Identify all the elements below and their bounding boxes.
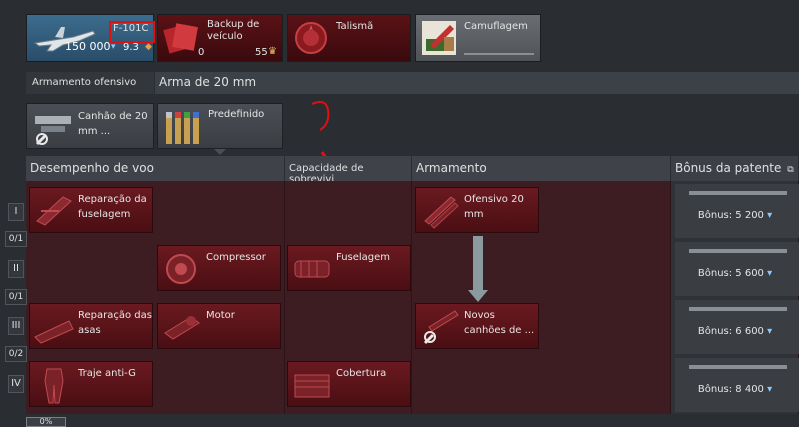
header-rank-bonus: Bônus da patente ⧉ [671,156,799,181]
bonus-bar [689,307,787,311]
backup-card[interactable]: Backup de veículo 0 55 ♛ [157,14,283,62]
backup-icon [163,23,198,54]
mod-offensive-20mm[interactable]: Ofensivo 20 mm [415,187,539,233]
bonus-box: Bônus: 8 400 ▾ [675,358,799,412]
fuselage-icon [294,260,330,278]
research-icon: ▾ [111,42,116,52]
mod-anti-g-suit[interactable]: Traje anti-G [29,361,153,407]
cannon-label: Canhão de 20 mm ... [78,111,148,137]
header-survivability: Capacidade de sobrevivi [285,156,412,185]
upgrade-arrow [473,236,483,290]
bonus-text: Bônus: 5 200 ▾ [697,210,773,221]
mod-anti-g-suit-label: Traje anti-G [78,368,136,379]
camouflage-bar [464,53,534,55]
diamond-icon: ◆ [145,42,152,52]
weapon-title: Arma de 20 mm [155,72,799,94]
external-link-icon[interactable]: ⧉ [787,165,793,175]
bonus-box: Bônus: 5 200 ▾ [675,184,799,238]
bonus-bar [689,249,787,253]
research-icon: ▾ [763,326,773,337]
bonus-text: Bônus: 6 600 ▾ [697,326,773,337]
footer-percent: 0% [26,417,66,427]
bonus-text: Bônus: 8 400 ▾ [697,384,773,395]
header-flight-performance: Desempenho de voo [26,156,285,181]
new-cannons-icon [423,310,459,345]
mod-fuselage-label: Fuselagem [336,252,391,263]
mod-fuselage-repair-label: Reparação da fuselagem [78,194,147,220]
rank-i: I [8,203,24,221]
rank-iv: IV [8,375,24,393]
research-icon: ▾ [763,268,773,279]
rank-i-count: 0/1 [5,231,27,247]
anti-g-suit-icon [44,368,64,404]
mod-fuselage[interactable]: Fuselagem [287,245,411,291]
rank-iii-count: 0/2 [5,346,27,362]
engine-icon [164,316,200,340]
mod-engine-label: Motor [206,310,235,321]
rank-ii: II [8,260,24,278]
talisman-label: Talismã [336,21,374,32]
bonus-bar [689,191,787,195]
preset-label: Predefinido [208,109,265,120]
mod-compressor[interactable]: Compressor [157,245,281,291]
mod-wing-repair-label: Reparação das asas [78,310,152,336]
bonus-box: Bônus: 5 600 ▾ [675,242,799,296]
mod-compressor-label: Compressor [206,252,266,263]
camouflage-card[interactable]: Camuflagem [415,14,541,62]
paint-brush-icon [422,21,456,55]
fuselage-repair-icon [36,196,72,226]
offensive-gun-icon [424,196,459,229]
backup-count: 0 [198,47,205,58]
research-icon: ▾ [763,210,773,221]
mod-new-cannons-label: Novos canhões de ... [464,310,535,336]
bonus-bar [689,365,787,369]
ammo-icon [166,112,199,144]
bonus-text: Bônus: 5 600 ▾ [697,268,773,279]
mod-new-cannons[interactable]: Novos canhões de ... [415,303,539,349]
preset-caret [214,149,226,155]
mod-cover[interactable]: Cobertura [287,361,411,407]
tab-offensive-armament[interactable]: Armamento ofensivo [26,72,154,94]
mod-engine[interactable]: Motor [157,303,281,349]
mod-fuselage-repair[interactable]: Reparação da fuselagem [29,187,153,233]
mod-offensive-20mm-label: Ofensivo 20 mm [464,194,524,220]
lions-value: 150 000 [65,40,111,53]
cover-icon [294,374,330,398]
battle-rating: 9.3 [123,42,139,53]
talisman-icon [295,22,327,54]
crown-icon: ♛ [268,46,277,57]
header-armament: Armamento [412,156,671,181]
mod-cover-label: Cobertura [336,368,387,379]
backup-cost: 55 [255,47,268,58]
rank-bonus-label: Bônus da patente [675,161,782,175]
preset-card[interactable]: Predefinido [157,103,283,149]
cannon-icon [35,116,71,146]
mod-wing-repair[interactable]: Reparação das asas [29,303,153,349]
wing-repair-icon [34,320,74,344]
rank-iii: III [8,317,24,335]
backup-label: Backup de veículo [207,19,260,42]
talisman-card[interactable]: Talismã [287,14,411,62]
compressor-icon [166,254,196,284]
rank-ii-count: 0/1 [5,289,27,305]
research-icon: ▾ [763,384,773,395]
camouflage-label: Camuflagem [464,21,528,32]
cannon-card[interactable]: Canhão de 20 mm ... [26,103,154,149]
upgrade-arrow-head [468,290,488,302]
highlight-box [109,21,155,43]
bonus-box: Bônus: 6 600 ▾ [675,300,799,354]
